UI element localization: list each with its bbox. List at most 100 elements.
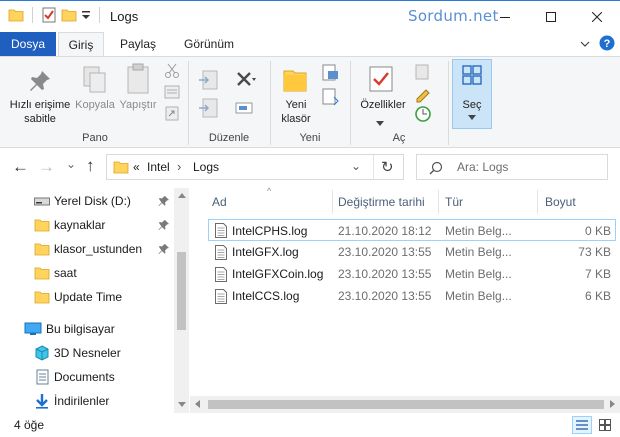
tab-file[interactable]: Dosya <box>0 32 56 56</box>
copy-path-icon[interactable] <box>164 85 180 99</box>
column-header-size[interactable]: Boyut <box>545 188 576 216</box>
select-grid-icon <box>462 65 482 85</box>
properties-dropdown-icon[interactable] <box>376 121 384 127</box>
column-header-date[interactable]: Değiştirme tarihi <box>338 188 425 216</box>
properties-qat-icon[interactable] <box>41 7 57 23</box>
file-name: IntelCCS.log <box>232 289 300 303</box>
open-icon[interactable] <box>414 63 432 81</box>
paste-shortcut-icon[interactable] <box>164 105 180 121</box>
scroll-down-arrow-icon[interactable] <box>178 402 186 407</box>
status-bar: 4 öğe <box>0 413 620 437</box>
file-type: Metin Belg... <box>445 289 512 303</box>
group-label-organize: Düzenle <box>208 132 250 144</box>
minimize-button[interactable] <box>482 1 528 32</box>
sidebar-item-label: Update Time <box>54 290 123 304</box>
sidebar-scroll-thumb[interactable] <box>177 252 186 330</box>
pin-label-line1: Hızlı erişime <box>9 99 71 111</box>
text-file-icon <box>215 223 227 238</box>
ribbon: Hızlı erişime sabitle Kopyala Yapıştır P… <box>0 56 620 148</box>
scroll-up-arrow-icon[interactable] <box>178 193 186 198</box>
rename-icon[interactable] <box>234 97 256 119</box>
file-size: 6 KB <box>584 289 611 303</box>
paste-icon[interactable] <box>126 63 150 95</box>
column-header-name[interactable]: Ad <box>212 188 227 216</box>
downloads-icon <box>36 394 48 409</box>
large-icons-view-button[interactable] <box>596 416 616 434</box>
move-to-icon[interactable] <box>198 69 220 91</box>
breadcrumb-overflow[interactable]: « <box>133 160 140 174</box>
sidebar-item-3d-objects[interactable]: 3D Nesneler <box>0 342 174 364</box>
new-folder-icon[interactable] <box>282 65 308 93</box>
breadcrumb-separator[interactable]: › <box>177 159 181 174</box>
close-button[interactable] <box>574 1 620 32</box>
pin-icon[interactable] <box>28 69 52 93</box>
file-row[interactable]: IntelCCS.log 23.10.2020 13:55 Metin Belg… <box>208 285 616 307</box>
sidebar-item-kaynaklar[interactable]: kaynaklar <box>0 214 174 236</box>
folder-icon <box>34 219 50 232</box>
address-dropdown-button[interactable]: ⌄ <box>351 159 361 173</box>
sidebar-item-saat[interactable]: saat <box>0 262 174 284</box>
breadcrumb-logs[interactable]: Logs <box>193 160 219 174</box>
properties-icon[interactable] <box>368 65 394 93</box>
forward-button[interactable]: → <box>38 157 55 177</box>
scroll-left-arrow-icon[interactable] <box>195 400 200 408</box>
sidebar-item-klasor-ustunden[interactable]: klasor_ustunden <box>0 238 174 260</box>
edit-icon[interactable] <box>414 85 432 103</box>
file-date: 23.10.2020 13:55 <box>338 245 432 259</box>
paste-button[interactable]: Yapıştır <box>118 98 158 112</box>
large-icons-view-icon <box>599 419 611 431</box>
new-folder-button[interactable]: Yeni klasör <box>272 98 320 126</box>
copy-to-icon[interactable] <box>198 97 220 119</box>
text-file-icon <box>215 289 227 304</box>
help-icon[interactable]: ? <box>599 35 615 51</box>
address-bar[interactable]: « Intel › Logs ⌄ ↻ <box>106 154 404 180</box>
pin-icon[interactable] <box>158 243 170 255</box>
details-view-button[interactable] <box>572 416 592 434</box>
sidebar-item-this-pc[interactable]: Bu bilgisayar <box>0 318 174 340</box>
history-icon[interactable] <box>414 105 432 123</box>
file-row[interactable]: IntelGFX.log 23.10.2020 13:55 Metin Belg… <box>208 241 616 263</box>
file-list-scroll-thumb[interactable] <box>208 400 604 409</box>
group-label-new: Yeni <box>299 132 321 144</box>
sidebar-item-label: 3D Nesneler <box>54 346 121 360</box>
recent-locations-button[interactable]: ⌄ <box>66 157 76 171</box>
breadcrumb-intel[interactable]: Intel <box>147 160 170 174</box>
pin-quick-access-button[interactable]: Hızlı erişime sabitle <box>4 98 76 126</box>
sidebar-item-update-time[interactable]: Update Time <box>0 286 174 308</box>
file-name: IntelGFX.log <box>232 245 299 259</box>
back-button[interactable]: ← <box>12 157 29 177</box>
customize-qat-icon[interactable] <box>81 8 91 22</box>
copy-button[interactable]: Kopyala <box>74 98 116 112</box>
file-name: IntelGFXCoin.log <box>232 267 324 281</box>
new-item-icon[interactable] <box>320 63 340 83</box>
details-view-icon <box>576 420 588 430</box>
pin-icon[interactable] <box>158 195 170 207</box>
up-button[interactable]: ↑ <box>86 156 95 176</box>
folder-small-icon <box>8 9 24 22</box>
file-size: 73 KB <box>578 245 611 259</box>
sidebar-item-documents[interactable]: Documents <box>0 366 174 388</box>
maximize-button[interactable] <box>528 1 574 32</box>
refresh-button[interactable]: ↻ <box>381 158 394 176</box>
tab-share[interactable]: Paylaş <box>110 32 166 56</box>
ribbon-expand-icon[interactable] <box>580 40 590 48</box>
delete-icon[interactable] <box>234 69 256 91</box>
cut-icon[interactable] <box>164 63 180 79</box>
file-row[interactable]: IntelCPHS.log 21.10.2020 18:12 Metin Bel… <box>208 219 616 241</box>
sidebar-item-downloads[interactable]: İndirilenler <box>0 390 174 412</box>
easy-access-icon[interactable] <box>320 87 340 107</box>
file-date: 23.10.2020 13:55 <box>338 267 432 281</box>
pin-icon[interactable] <box>158 219 170 231</box>
sidebar-item-label: kaynaklar <box>54 218 106 232</box>
new-folder-qat-icon[interactable] <box>61 8 77 22</box>
tab-view[interactable]: Görünüm <box>176 32 242 56</box>
close-icon <box>592 11 602 22</box>
scroll-right-arrow-icon[interactable] <box>610 400 615 408</box>
tab-home[interactable]: Giriş <box>58 32 104 56</box>
copy-icon[interactable] <box>82 65 108 95</box>
column-header-type[interactable]: Tür <box>445 188 463 216</box>
search-box[interactable]: Ara: Logs <box>416 154 608 180</box>
properties-button[interactable]: Özellikler <box>354 98 412 112</box>
file-row[interactable]: IntelGFXCoin.log 23.10.2020 13:55 Metin … <box>208 263 616 285</box>
sidebar-item-local-disk-d[interactable]: Yerel Disk (D:) <box>0 190 174 212</box>
